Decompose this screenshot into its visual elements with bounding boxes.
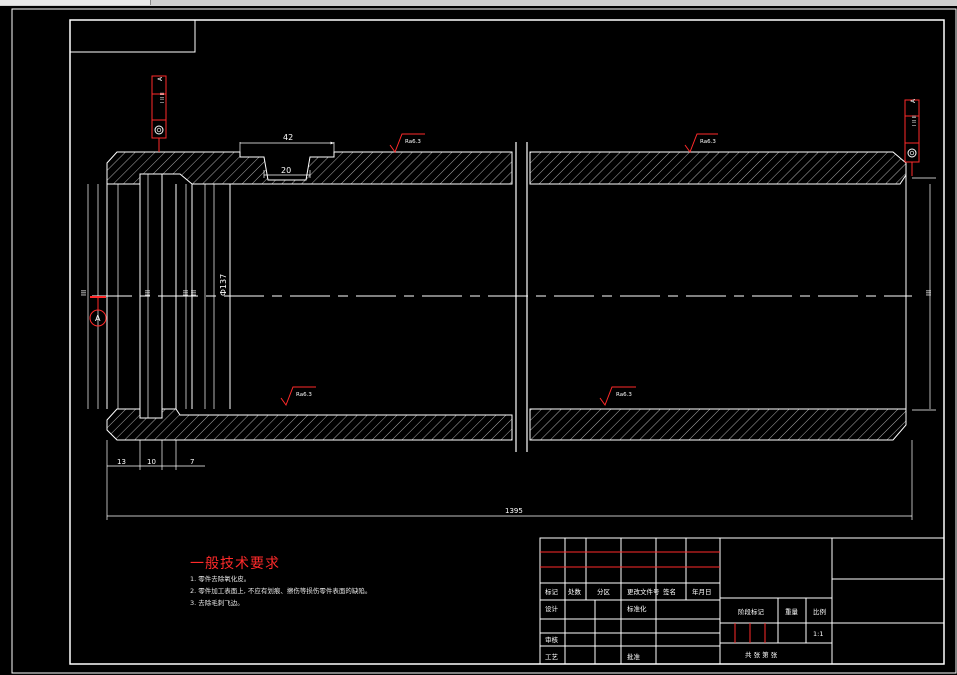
svg-text:III: III	[182, 290, 190, 296]
tb-scale: 比例	[813, 607, 826, 616]
dim-10: 10	[147, 458, 156, 466]
top-wall-left	[106, 151, 513, 185]
tb-design: 设计	[545, 604, 559, 613]
notes-title: 一般技术要求	[190, 556, 280, 572]
tb-stage-mark: 阶段标记	[738, 607, 765, 616]
tb-sheets: 共 张 第 张	[745, 650, 778, 659]
svg-text:A: A	[157, 76, 164, 81]
notes-line-2: 2. 零件加工表面上, 不应有划痕、擦伤等损伤零件表面的缺陷。	[190, 587, 372, 595]
bore-diameter-label: Ф137	[219, 274, 228, 296]
tb-review: 审核	[545, 635, 559, 644]
svg-text:III: III	[144, 290, 152, 296]
title-block	[539, 537, 945, 665]
dim-1395: 1395	[505, 507, 523, 515]
roughness-2: Ra6.3	[700, 139, 716, 145]
dim-7: 7	[190, 458, 194, 466]
tb-change-doc: 更改文件号	[627, 587, 660, 596]
tb-date: 年月日	[692, 587, 712, 596]
code-box	[69, 19, 196, 53]
tb-standardize: 标准化	[627, 604, 647, 613]
svg-text:I II II: I II II	[160, 92, 166, 103]
tolerance-frame-right: A I II II	[904, 98, 920, 176]
tolerance-frame-left: A I II II	[151, 75, 167, 152]
dim-13: 13	[117, 458, 126, 466]
dim-20: 20	[281, 166, 291, 175]
roughness-4: Ra6.3	[616, 392, 632, 398]
dim-42: 42	[283, 133, 293, 142]
tb-weight: 重量	[785, 608, 799, 616]
notes-line-3: 3. 去除毛刺飞边。	[190, 599, 244, 607]
tb-approve: 批准	[627, 652, 641, 661]
top-wall-right	[529, 151, 907, 185]
technical-notes: 一般技术要求 1. 零件去除氧化皮。 2. 零件加工表面上, 不应有划痕、擦伤等…	[190, 553, 510, 609]
drawing-tab[interactable]	[0, 0, 151, 5]
datum-a-label: A	[95, 314, 101, 323]
tb-sign: 签名	[663, 587, 676, 596]
svg-text:III: III	[190, 290, 198, 296]
tb-count: 处数	[568, 587, 582, 596]
svg-text:A: A	[910, 98, 917, 103]
roughness-3: Ra6.3	[296, 392, 312, 398]
svg-text:III: III	[80, 290, 88, 296]
tb-process: 工艺	[545, 653, 559, 661]
bottom-wall-left	[106, 408, 513, 441]
svg-text:I II II: I II II	[912, 115, 918, 126]
notes-line-1: 1. 零件去除氧化皮。	[190, 575, 251, 583]
roughness-1: Ra6.3	[405, 139, 421, 145]
tb-zone: 分区	[597, 587, 611, 596]
tb-scale-value: 1:1	[813, 630, 823, 638]
bottom-wall-right	[529, 408, 907, 441]
svg-text:III: III	[925, 290, 933, 296]
tb-mark: 标记	[545, 587, 559, 596]
